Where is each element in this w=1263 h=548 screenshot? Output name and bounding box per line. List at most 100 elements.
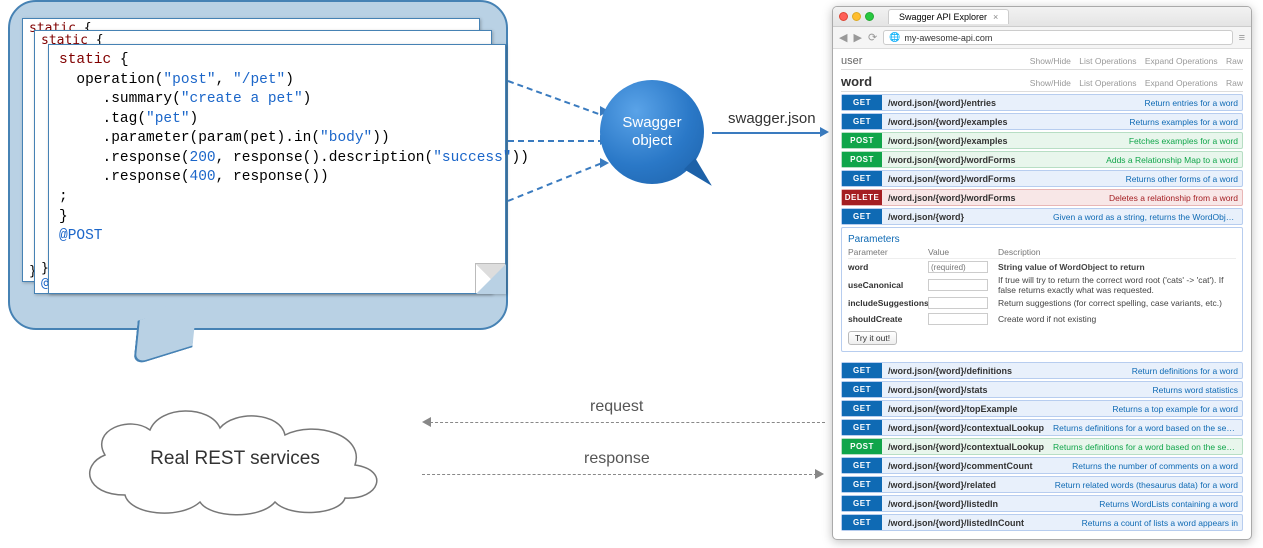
method-badge: POST xyxy=(842,439,882,454)
operation-path: /word.json/{word}/listedInCount xyxy=(888,518,1024,528)
link-raw[interactable]: Raw xyxy=(1226,56,1243,66)
swagger-ui-body: user Show/Hide List Operations Expand Op… xyxy=(833,49,1251,539)
method-badge: GET xyxy=(842,515,882,530)
method-badge: POST xyxy=(842,152,882,167)
dashed-arrow xyxy=(508,163,601,202)
method-badge: GET xyxy=(842,171,882,186)
url-text: my-awesome-api.com xyxy=(904,33,992,43)
param-desc: Create word if not existing xyxy=(998,314,1236,324)
operation-row[interactable]: POST/word.json/{word}/wordFormsAdds a Re… xyxy=(841,151,1243,168)
menu-icon[interactable]: ≡ xyxy=(1239,32,1245,44)
operation-path: /word.json/{word}/stats xyxy=(888,385,988,395)
method-badge: DELETE xyxy=(842,190,882,205)
operation-desc: Returns the number of comments on a word xyxy=(1072,461,1238,471)
dashed-arrow-grey xyxy=(430,422,825,423)
operation-row[interactable]: GET/word.json/{word}/listedInReturns Wor… xyxy=(841,495,1243,512)
param-name: includeSuggestions xyxy=(848,298,928,308)
swagger-label1: Swagger xyxy=(622,114,681,132)
zoom-icon[interactable] xyxy=(865,12,874,21)
param-input[interactable] xyxy=(928,261,988,273)
method-badge: GET xyxy=(842,382,882,397)
method-badge: GET xyxy=(842,401,882,416)
link-raw[interactable]: Raw xyxy=(1226,78,1243,88)
operation-path: /word.json/{word}/entries xyxy=(888,98,996,108)
param-name: shouldCreate xyxy=(848,314,928,324)
response-label: response xyxy=(584,450,650,468)
param-desc: Return suggestions (for correct spelling… xyxy=(998,298,1236,308)
browser-tab[interactable]: Swagger API Explorer × xyxy=(888,9,1009,24)
arrowhead-icon xyxy=(820,127,829,137)
param-input[interactable] xyxy=(928,279,988,291)
method-badge: GET xyxy=(842,420,882,435)
arrowhead-icon xyxy=(815,469,824,479)
operation-desc: Returns word statistics xyxy=(1153,385,1239,395)
reload-icon[interactable]: ⟳ xyxy=(868,31,877,44)
operation-row[interactable]: GET/word.json/{word}/examplesReturns exa… xyxy=(841,113,1243,130)
tab-close-icon[interactable]: × xyxy=(993,12,998,22)
operation-row[interactable]: POST/word.json/{word}/examplesFetches ex… xyxy=(841,132,1243,149)
param-input[interactable] xyxy=(928,313,988,325)
parameter-row: wordString value of WordObject to return xyxy=(848,259,1236,275)
operation-desc: Given a word as a string, returns the Wo… xyxy=(1053,212,1238,222)
operation-path: /word.json/{word}/wordForms xyxy=(888,193,1016,203)
method-badge: GET xyxy=(842,458,882,473)
operation-row[interactable]: GET/word.json/{word}/topExampleReturns a… xyxy=(841,400,1243,417)
parameter-row: useCanonicalIf true will try to return t… xyxy=(848,275,1236,295)
close-icon[interactable] xyxy=(839,12,848,21)
section-links: Show/Hide List Operations Expand Operati… xyxy=(1024,56,1243,66)
operation-path: /word.json/{word}/topExample xyxy=(888,404,1018,414)
operation-row[interactable]: GET/word.json/{word}/definitionsReturn d… xyxy=(841,362,1243,379)
solid-arrow xyxy=(712,132,822,134)
section-title[interactable]: word xyxy=(841,74,872,89)
section-head-user: user Show/Hide List Operations Expand Op… xyxy=(841,53,1243,70)
operation-row[interactable]: GET/word.json/{word}/wordFormsReturns ot… xyxy=(841,170,1243,187)
operation-row[interactable]: GET/word.json/{word}/listedInCount Return… xyxy=(841,514,1243,531)
forward-icon[interactable]: ▶ xyxy=(853,31,861,44)
browser-urlbar: ◀ ▶ ⟳ 🌐 my-awesome-api.com ≡ xyxy=(833,27,1251,49)
operation-desc: Adds a Relationship Map to a word xyxy=(1106,155,1238,165)
operation-desc: Returns WordLists containing a word xyxy=(1099,499,1238,509)
operation-row[interactable]: GET/word.json/{word}/contextualLookupRet… xyxy=(841,419,1243,436)
operation-path: /word.json/{word}/definitions xyxy=(888,366,1012,376)
operation-row[interactable]: DELETE/word.json/{word}/wordForms Deletes… xyxy=(841,189,1243,206)
operation-desc: Returns a count of lists a word appears … xyxy=(1082,518,1238,528)
operation-path: /word.json/{word}/wordForms xyxy=(888,174,1016,184)
link-showhide[interactable]: Show/Hide xyxy=(1030,78,1071,88)
link-expand[interactable]: Expand Operations xyxy=(1145,78,1218,88)
operation-path: /word.json/{word}/contextualLookup xyxy=(888,423,1044,433)
param-input[interactable] xyxy=(928,297,988,309)
code-sheet-front: static { operation("post", "/pet") .summ… xyxy=(48,44,506,294)
request-label: request xyxy=(590,398,643,416)
operation-row[interactable]: GET/word.json/{word}/relatedReturn relat… xyxy=(841,476,1243,493)
operation-desc: Deletes a relationship from a word xyxy=(1109,193,1238,203)
section-title[interactable]: user xyxy=(841,55,862,67)
globe-icon: 🌐 xyxy=(889,32,900,43)
param-name: useCanonical xyxy=(848,280,928,290)
operation-path: /word.json/{word}/related xyxy=(888,480,996,490)
swagger-json-label: swagger.json xyxy=(728,110,816,127)
dashed-arrow-grey xyxy=(422,474,817,475)
link-list[interactable]: List Operations xyxy=(1079,78,1136,88)
url-field[interactable]: 🌐 my-awesome-api.com xyxy=(883,30,1232,45)
operation-path: /word.json/{word}/commentCount xyxy=(888,461,1033,471)
method-badge: GET xyxy=(842,477,882,492)
operation-row[interactable]: GET/word.json/{word}/commentCount Returns… xyxy=(841,457,1243,474)
link-expand[interactable]: Expand Operations xyxy=(1145,56,1218,66)
minimize-icon[interactable] xyxy=(852,12,861,21)
arrowhead-icon xyxy=(422,417,431,427)
browser-titlebar: Swagger API Explorer × xyxy=(833,7,1251,27)
operation-desc: Returns examples for a word xyxy=(1129,117,1238,127)
back-icon[interactable]: ◀ xyxy=(839,31,847,44)
try-it-out-button[interactable]: Try it out! xyxy=(848,331,897,345)
link-showhide[interactable]: Show/Hide xyxy=(1030,56,1071,66)
method-badge: GET xyxy=(842,209,882,224)
operation-desc: Return entries for a word xyxy=(1144,98,1238,108)
link-list[interactable]: List Operations xyxy=(1079,56,1136,66)
operation-row[interactable]: GET/word.json/{word}/stats Returns word s… xyxy=(841,381,1243,398)
operation-row[interactable]: GET/word.json/{word}/entriesReturn entri… xyxy=(841,94,1243,111)
section-links: Show/Hide List Operations Expand Operati… xyxy=(1024,78,1243,88)
operation-path: /word.json/{word}/contextualLookup xyxy=(888,442,1044,452)
section-head-word: word Show/Hide List Operations Expand Op… xyxy=(841,72,1243,92)
operation-row[interactable]: GET /word.json/{word} Given a word as a … xyxy=(841,208,1243,225)
operation-row[interactable]: POST/word.json/{word}/contextualLookupRe… xyxy=(841,438,1243,455)
